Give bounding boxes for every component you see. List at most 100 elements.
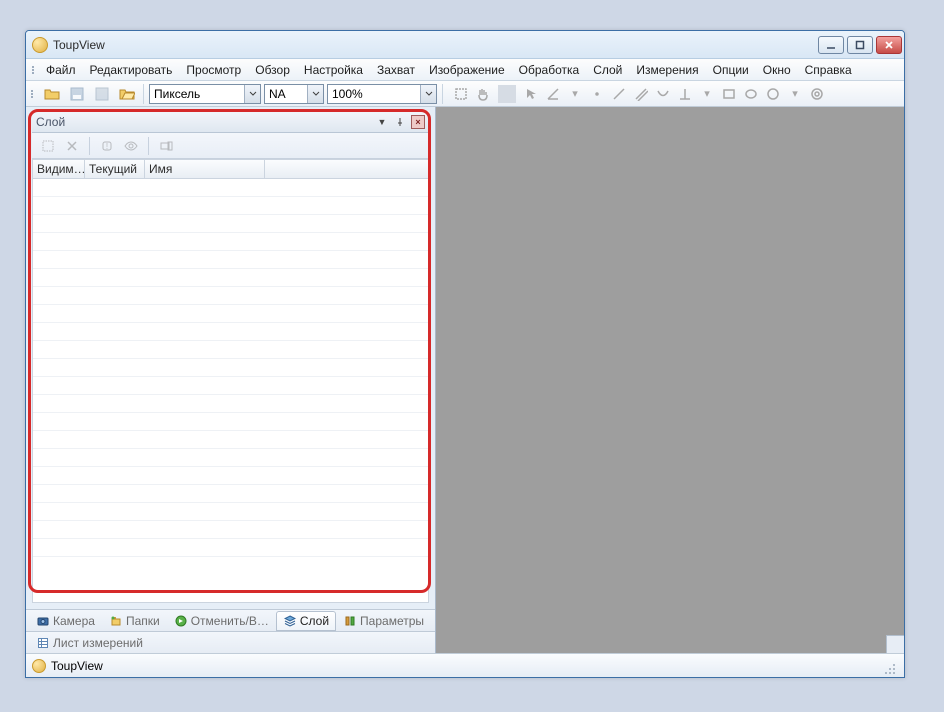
toolbar: Пиксель NA 100% ▾ ▾ ▾ bbox=[26, 81, 904, 107]
table-row bbox=[33, 521, 428, 539]
separator bbox=[498, 85, 516, 103]
tab-label: Параметры bbox=[360, 614, 424, 628]
na-combo[interactable]: NA bbox=[264, 84, 324, 104]
table-row bbox=[33, 287, 428, 305]
menu-view[interactable]: Просмотр bbox=[179, 61, 248, 79]
layer-icon bbox=[283, 614, 297, 628]
close-button[interactable] bbox=[876, 36, 902, 54]
quicksave-icon bbox=[91, 83, 113, 105]
minimize-button[interactable] bbox=[818, 36, 844, 54]
panel-tabs-2: Лист измерений bbox=[26, 631, 435, 653]
dropdown-icon[interactable] bbox=[307, 85, 323, 103]
dropdown-icon[interactable] bbox=[420, 85, 436, 103]
unit-combo[interactable]: Пиксель bbox=[149, 84, 261, 104]
status-app-name: ToupView bbox=[51, 659, 103, 673]
panel-close-icon[interactable]: × bbox=[411, 115, 425, 129]
side-panel: Слой ▼ × ! Видим… Текущий Имя bbox=[26, 107, 436, 653]
separator bbox=[148, 137, 149, 155]
angle-dropdown-icon: ▾ bbox=[566, 85, 584, 103]
na-value: NA bbox=[265, 87, 307, 101]
menubar: Файл Редактировать Просмотр Обзор Настро… bbox=[26, 59, 904, 81]
menu-capture[interactable]: Захват bbox=[370, 61, 422, 79]
tab-folders[interactable]: Папки bbox=[102, 611, 167, 631]
app-icon bbox=[32, 659, 46, 673]
tab-layer[interactable]: Слой bbox=[276, 611, 336, 631]
status-bar: ToupView bbox=[26, 653, 904, 677]
open-icon[interactable] bbox=[41, 83, 63, 105]
point-icon bbox=[588, 85, 606, 103]
tab-label: Папки bbox=[126, 614, 160, 628]
col-visible[interactable]: Видим… bbox=[33, 160, 85, 178]
menu-options[interactable]: Опции bbox=[706, 61, 756, 79]
unit-value: Пиксель bbox=[150, 87, 244, 101]
separator bbox=[442, 84, 443, 104]
tab-label: Лист измерений bbox=[53, 636, 143, 650]
panel-menu-icon[interactable]: ▼ bbox=[375, 115, 389, 129]
table-header: Видим… Текущий Имя bbox=[32, 159, 429, 179]
tab-params[interactable]: Параметры bbox=[336, 611, 431, 631]
tab-measure-sheet[interactable]: Лист измерений bbox=[29, 633, 150, 653]
table-row bbox=[33, 305, 428, 323]
table-row bbox=[33, 485, 428, 503]
menu-browse[interactable]: Обзор bbox=[248, 61, 297, 79]
menu-edit[interactable]: Редактировать bbox=[83, 61, 180, 79]
menu-layer[interactable]: Слой bbox=[586, 61, 629, 79]
menu-help[interactable]: Справка bbox=[798, 61, 859, 79]
table-row bbox=[33, 341, 428, 359]
params-icon bbox=[343, 614, 357, 628]
table-row bbox=[33, 179, 428, 197]
grip-icon bbox=[30, 66, 36, 74]
dropdown-icon[interactable] bbox=[244, 85, 260, 103]
browse-icon[interactable] bbox=[116, 83, 138, 105]
table-row bbox=[33, 539, 428, 557]
hline-icon bbox=[632, 85, 650, 103]
new-layer-icon bbox=[38, 136, 58, 156]
set-current-icon: ! bbox=[97, 136, 117, 156]
separator bbox=[143, 84, 144, 104]
table-row bbox=[33, 413, 428, 431]
visibility-icon bbox=[121, 136, 141, 156]
rename-icon bbox=[156, 136, 176, 156]
line-icon bbox=[610, 85, 628, 103]
col-current[interactable]: Текущий bbox=[85, 160, 145, 178]
table-row bbox=[33, 395, 428, 413]
col-name[interactable]: Имя bbox=[145, 160, 265, 178]
pin-icon[interactable] bbox=[393, 115, 407, 129]
table-row bbox=[33, 467, 428, 485]
shape-tools: ▾ ▾ ▾ bbox=[448, 85, 826, 103]
ring-icon bbox=[808, 85, 826, 103]
menu-process[interactable]: Обработка bbox=[512, 61, 587, 79]
resize-grip-icon[interactable] bbox=[884, 654, 898, 677]
menu-window[interactable]: Окно bbox=[756, 61, 798, 79]
svg-text:!: ! bbox=[106, 142, 108, 151]
panel-header[interactable]: Слой ▼ × bbox=[32, 111, 429, 133]
perp-icon bbox=[676, 85, 694, 103]
window-title: ToupView bbox=[53, 38, 813, 52]
titlebar[interactable]: ToupView bbox=[26, 31, 904, 59]
tab-undo[interactable]: Отменить/В… bbox=[167, 611, 276, 631]
window-controls bbox=[818, 36, 902, 54]
workarea[interactable] bbox=[436, 107, 904, 653]
maximize-button[interactable] bbox=[847, 36, 873, 54]
circle-icon bbox=[764, 85, 782, 103]
folder-icon bbox=[109, 614, 123, 628]
delete-layer-icon bbox=[62, 136, 82, 156]
menu-setup[interactable]: Настройка bbox=[297, 61, 370, 79]
angle-icon bbox=[544, 85, 562, 103]
table-row bbox=[33, 359, 428, 377]
menu-file[interactable]: Файл bbox=[39, 61, 83, 79]
menu-image[interactable]: Изображение bbox=[422, 61, 512, 79]
zoom-value: 100% bbox=[328, 87, 420, 101]
app-window: ToupView Файл Редактировать Просмотр Обз… bbox=[25, 30, 905, 678]
menu-measure[interactable]: Измерения bbox=[629, 61, 705, 79]
table-body[interactable] bbox=[32, 179, 429, 603]
undo-icon bbox=[174, 614, 188, 628]
tab-label: Камера bbox=[53, 614, 95, 628]
table-row bbox=[33, 197, 428, 215]
app-icon bbox=[32, 37, 48, 53]
scroll-corner bbox=[886, 635, 904, 653]
zoom-combo[interactable]: 100% bbox=[327, 84, 437, 104]
panel-title: Слой bbox=[36, 115, 371, 129]
tab-camera[interactable]: Камера bbox=[29, 611, 102, 631]
table-row bbox=[33, 269, 428, 287]
